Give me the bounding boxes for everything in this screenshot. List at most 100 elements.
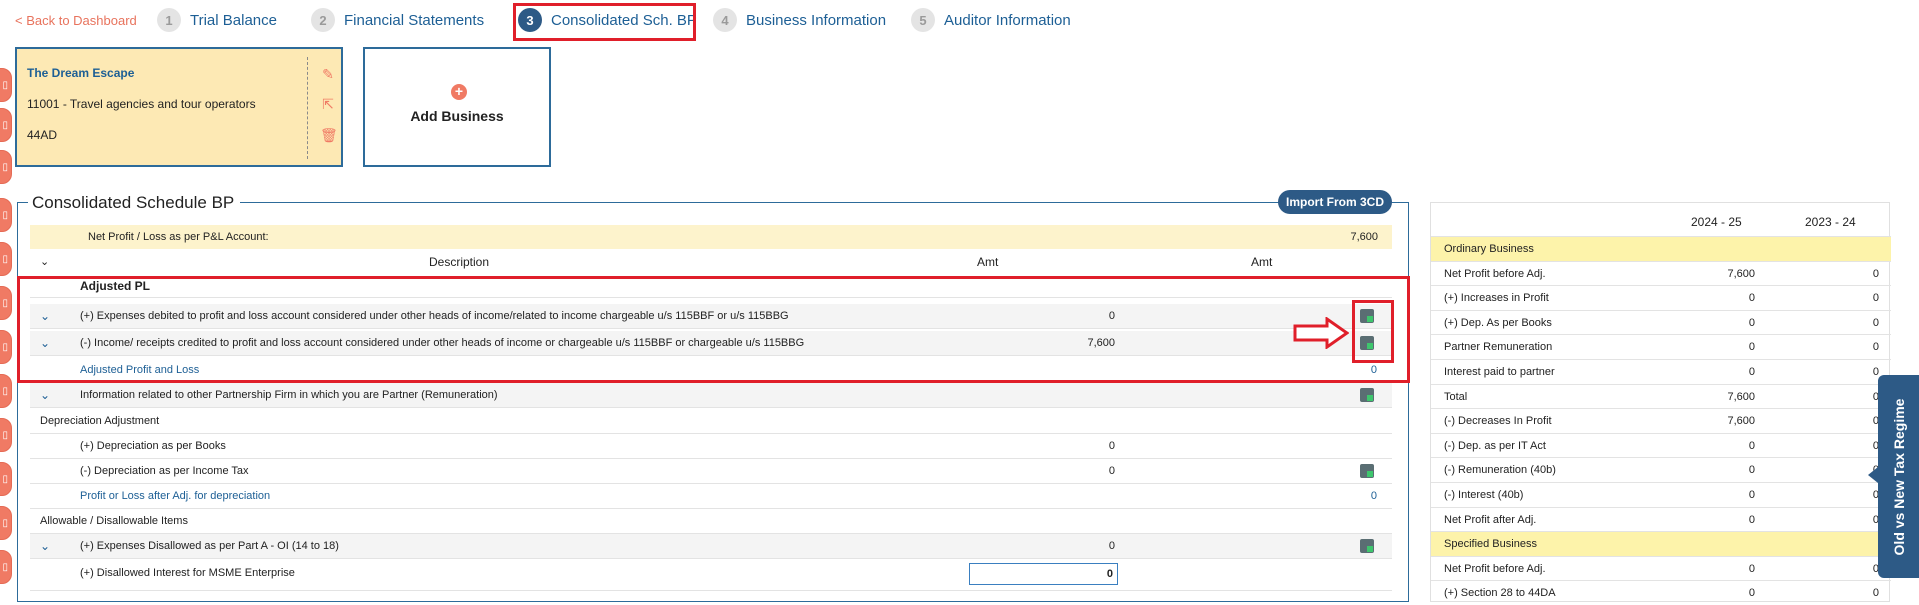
step-financial-statements[interactable]: 2 Financial Statements	[311, 6, 484, 34]
summary-label: Partner Remuneration	[1444, 341, 1553, 354]
row-label: Allowable / Disallowable Items	[40, 515, 188, 527]
summary-value-current: 0	[1748, 341, 1755, 354]
calculator-icon[interactable]	[1360, 539, 1374, 553]
summary-row: Interest paid to partner 0 0	[1431, 359, 1891, 384]
row-label: (+) Disallowed Interest for MSME Enterpr…	[80, 567, 295, 579]
side-tool-button[interactable]: ▯	[0, 150, 12, 184]
side-tool-button[interactable]: ▯	[0, 330, 12, 364]
side-tool-button[interactable]: ▯	[0, 108, 12, 142]
summary-value-current: 0	[1748, 316, 1755, 329]
chevron-down-icon[interactable]: ⌄	[40, 388, 50, 402]
card-divider	[307, 57, 308, 159]
summary-label: (+) Increases in Profit	[1444, 292, 1549, 305]
table-row: Depreciation Adjustment	[30, 409, 1392, 434]
side-tool-button[interactable]: ▯	[0, 286, 12, 320]
summary-row: Net Profit before Adj. 0 0	[1431, 555, 1891, 581]
step-label: Financial Statements	[344, 11, 485, 29]
summary-value-prior: 0	[1872, 267, 1879, 280]
summary-row: (+) Increases in Profit 0 0	[1431, 285, 1891, 310]
table-row: Profit or Loss after Adj. for depreciati…	[30, 484, 1392, 509]
summary-value-current: 7,600	[1727, 267, 1755, 280]
share-icon[interactable]: ⇱	[320, 96, 336, 112]
table-row[interactable]: ⌄ Information related to other Partnersh…	[30, 383, 1392, 408]
summary-value-current: 0	[1748, 513, 1755, 526]
summary-row: (-) Dep. as per IT Act 0 0	[1431, 432, 1891, 458]
calculator-icon[interactable]	[1360, 464, 1374, 478]
old-vs-new-tax-regime-tab[interactable]: Old vs New Tax Regime	[1878, 375, 1919, 578]
summary-value-prior: 0	[1872, 366, 1879, 378]
edit-icon[interactable]: ✎	[320, 66, 336, 82]
business-section: 44AD	[27, 128, 58, 142]
summary-value-current: 0	[1748, 562, 1755, 575]
collapse-all-icon[interactable]: ⌄	[40, 255, 49, 268]
side-tool-button[interactable]: ▯	[0, 506, 12, 540]
row-label: Profit or Loss after Adj. for depreciati…	[80, 490, 271, 502]
arrow-right-icon	[1293, 317, 1349, 349]
back-to-dashboard-link[interactable]: < Back to Dashboard	[15, 13, 137, 28]
add-business-button[interactable]: + Add Business	[363, 47, 551, 167]
row-label: Information related to other Partnership…	[80, 389, 498, 401]
delete-icon[interactable]: 🗑	[320, 127, 338, 143]
summary-label: Net Profit after Adj.	[1444, 513, 1537, 526]
summary-col-header: 2024 - 25	[1691, 215, 1742, 229]
summary-value-current: 7,600	[1727, 390, 1755, 403]
summary-value-prior: 0	[1872, 341, 1879, 354]
summary-row: Total 7,600 0	[1431, 383, 1891, 409]
regime-tab-label: Old vs New Tax Regime	[1890, 398, 1907, 555]
step-label: Trial Balance	[190, 11, 277, 29]
side-tool-button[interactable]: ▯	[0, 550, 12, 584]
summary-row: Net Profit after Adj. 0 0	[1431, 506, 1891, 532]
side-tool-button[interactable]: ▯	[0, 68, 12, 102]
side-tool-button[interactable]: ▯	[0, 242, 12, 276]
business-card[interactable]: The Dream Escape 11001 - Travel agencies…	[15, 47, 343, 167]
summary-value-current: 0	[1748, 489, 1755, 501]
summary-label: (-) Interest (40b)	[1444, 489, 1524, 501]
side-tool-button[interactable]: ▯	[0, 374, 12, 408]
step-business-information[interactable]: 4 Business Information	[713, 6, 886, 34]
plus-icon: +	[451, 84, 467, 100]
import-from-3cd-button[interactable]: Import From 3CD	[1278, 190, 1392, 214]
msme-interest-input[interactable]: 0	[969, 563, 1118, 585]
table-row: (-) Depreciation as per Income Tax 0	[30, 459, 1392, 484]
summary-label: Net Profit before Adj.	[1444, 562, 1546, 575]
summary-label: Interest paid to partner	[1444, 366, 1555, 378]
side-tool-button[interactable]: ▯	[0, 462, 12, 496]
step-trial-balance[interactable]: 1 Trial Balance	[157, 6, 277, 34]
add-business-label: Add Business	[410, 108, 504, 124]
summary-row: Net Profit before Adj. 7,600 0	[1431, 260, 1891, 286]
table-row: Allowable / Disallowable Items	[30, 509, 1392, 534]
summary-value-current: 7,600	[1727, 415, 1755, 428]
column-header-amt: Amt	[977, 255, 999, 269]
row-amount: 0	[1108, 465, 1115, 477]
summary-label: (-) Remuneration (40b)	[1444, 464, 1556, 477]
summary-value-current: 0	[1748, 292, 1755, 305]
summary-group-row: Specified Business	[1431, 531, 1891, 556]
calculator-icon[interactable]	[1360, 388, 1374, 402]
side-tool-icon: ▯	[2, 119, 8, 131]
step-number: 4	[713, 8, 737, 32]
business-code: 11001 - Travel agencies and tour operato…	[27, 97, 256, 111]
side-tool-icon: ▯	[2, 341, 8, 353]
side-tool-icon: ▯	[2, 473, 8, 485]
chevron-down-icon[interactable]: ⌄	[40, 539, 50, 553]
summary-label: (-) Dep. as per IT Act	[1444, 439, 1546, 452]
row-label: (+) Expenses Disallowed as per Part A - …	[80, 540, 339, 552]
row-amount: 0	[1108, 440, 1115, 452]
step-label: Auditor Information	[944, 11, 1071, 29]
section-title: Consolidated Schedule BP	[28, 193, 241, 213]
side-tool-icon: ▯	[2, 209, 8, 221]
active-step-highlight	[513, 3, 696, 41]
summary-value-current: 0	[1748, 464, 1755, 477]
table-row[interactable]: ⌄ (+) Expenses Disallowed as per Part A …	[30, 534, 1392, 559]
step-auditor-information[interactable]: 5 Auditor Information	[911, 6, 1071, 34]
summary-panel: 2024 - 25 2023 - 24 Ordinary Business Ne…	[1430, 202, 1891, 602]
net-profit-label: Net Profit / Loss as per P&L Account:	[88, 231, 269, 243]
side-tool-icon: ▯	[2, 517, 8, 529]
side-tool-button[interactable]: ▯	[0, 418, 12, 452]
row-label: Depreciation Adjustment	[40, 415, 160, 427]
summary-label: (+) Dep. As per Books	[1444, 316, 1552, 329]
row-label: (+) Depreciation as per Books	[80, 440, 226, 452]
side-tool-button[interactable]: ▯	[0, 198, 12, 232]
summary-row: Partner Remuneration 0 0	[1431, 334, 1891, 359]
column-header-amt: Amt	[1251, 255, 1273, 269]
